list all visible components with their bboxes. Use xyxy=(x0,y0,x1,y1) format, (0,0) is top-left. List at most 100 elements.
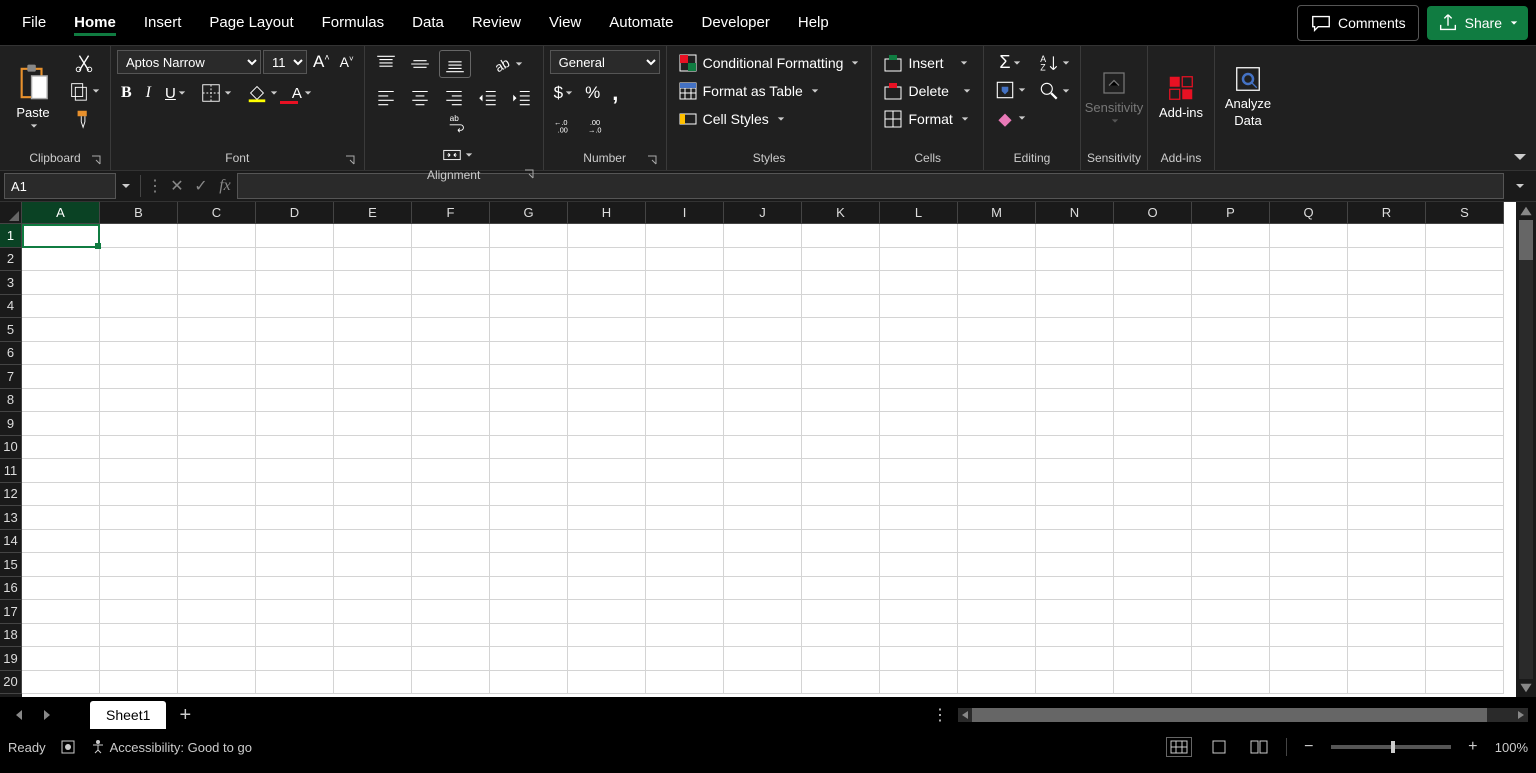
cell[interactable] xyxy=(490,224,568,248)
cell[interactable] xyxy=(1036,671,1114,695)
cell[interactable] xyxy=(22,577,100,601)
cell[interactable] xyxy=(22,624,100,648)
cell[interactable] xyxy=(1426,553,1504,577)
cell[interactable] xyxy=(880,271,958,295)
cell[interactable] xyxy=(22,342,100,366)
cell[interactable] xyxy=(802,412,880,436)
cell[interactable] xyxy=(880,506,958,530)
cell[interactable] xyxy=(178,459,256,483)
cell[interactable] xyxy=(1114,647,1192,671)
tab-view[interactable]: View xyxy=(535,6,595,39)
cell[interactable] xyxy=(1348,530,1426,554)
cell[interactable] xyxy=(1426,483,1504,507)
cell[interactable] xyxy=(958,295,1036,319)
cell[interactable] xyxy=(1036,295,1114,319)
cell[interactable] xyxy=(1348,271,1426,295)
cell[interactable] xyxy=(334,436,412,460)
cell[interactable] xyxy=(22,248,100,272)
column-header-F[interactable]: F xyxy=(412,202,490,224)
cell[interactable] xyxy=(178,553,256,577)
column-header-H[interactable]: H xyxy=(568,202,646,224)
cell[interactable] xyxy=(1270,365,1348,389)
cell[interactable] xyxy=(1270,295,1348,319)
cell[interactable] xyxy=(178,389,256,413)
cells-area[interactable] xyxy=(22,224,1516,697)
cell[interactable] xyxy=(568,365,646,389)
cell[interactable] xyxy=(334,412,412,436)
cell[interactable] xyxy=(412,624,490,648)
cell[interactable] xyxy=(178,365,256,389)
tab-data[interactable]: Data xyxy=(398,6,458,39)
cell[interactable] xyxy=(958,365,1036,389)
cell[interactable] xyxy=(1114,459,1192,483)
column-header-B[interactable]: B xyxy=(100,202,178,224)
cell[interactable] xyxy=(1270,224,1348,248)
cell[interactable] xyxy=(412,600,490,624)
cell[interactable] xyxy=(802,342,880,366)
cell[interactable] xyxy=(724,577,802,601)
cell[interactable] xyxy=(568,553,646,577)
cell[interactable] xyxy=(1192,553,1270,577)
conditional-formatting-button[interactable]: Conditional Formatting xyxy=(673,50,866,76)
column-header-J[interactable]: J xyxy=(724,202,802,224)
cell[interactable] xyxy=(334,365,412,389)
cell[interactable] xyxy=(880,318,958,342)
cell[interactable] xyxy=(256,553,334,577)
cell[interactable] xyxy=(412,553,490,577)
tab-automate[interactable]: Automate xyxy=(595,6,687,39)
row-header-11[interactable]: 11 xyxy=(0,459,22,483)
cell[interactable] xyxy=(1270,271,1348,295)
cell[interactable] xyxy=(100,671,178,695)
cell[interactable] xyxy=(646,318,724,342)
scroll-left-button[interactable] xyxy=(958,708,972,722)
cell[interactable] xyxy=(568,412,646,436)
cell[interactable] xyxy=(1114,624,1192,648)
cell[interactable] xyxy=(178,671,256,695)
format-painter-button[interactable] xyxy=(64,106,104,132)
cell[interactable] xyxy=(724,412,802,436)
tab-home[interactable]: Home xyxy=(60,6,130,39)
align-center-button[interactable] xyxy=(405,84,435,110)
cell[interactable] xyxy=(1426,647,1504,671)
cell[interactable] xyxy=(958,412,1036,436)
cell[interactable] xyxy=(256,342,334,366)
cell[interactable] xyxy=(568,342,646,366)
cell[interactable] xyxy=(958,318,1036,342)
zoom-level[interactable]: 100% xyxy=(1495,740,1528,755)
cell[interactable] xyxy=(1114,600,1192,624)
tab-page-layout[interactable]: Page Layout xyxy=(195,6,307,39)
clipboard-dialog-launcher[interactable] xyxy=(90,154,102,166)
cell[interactable] xyxy=(22,224,100,248)
cell[interactable] xyxy=(724,459,802,483)
cell[interactable] xyxy=(490,318,568,342)
normal-view-button[interactable] xyxy=(1166,737,1192,757)
cell[interactable] xyxy=(802,506,880,530)
cell[interactable] xyxy=(1270,530,1348,554)
tab-formulas[interactable]: Formulas xyxy=(308,6,399,39)
cell[interactable] xyxy=(1036,248,1114,272)
cell[interactable] xyxy=(412,365,490,389)
sort-filter-button[interactable]: AZ xyxy=(1034,50,1074,76)
cell[interactable] xyxy=(334,624,412,648)
cell[interactable] xyxy=(568,530,646,554)
cell[interactable] xyxy=(880,412,958,436)
cell[interactable] xyxy=(1348,553,1426,577)
cell[interactable] xyxy=(958,436,1036,460)
cell[interactable] xyxy=(568,506,646,530)
cell[interactable] xyxy=(1270,389,1348,413)
cell[interactable] xyxy=(1426,412,1504,436)
tab-review[interactable]: Review xyxy=(458,6,535,39)
column-header-M[interactable]: M xyxy=(958,202,1036,224)
cell[interactable] xyxy=(958,647,1036,671)
column-header-G[interactable]: G xyxy=(490,202,568,224)
cell[interactable] xyxy=(802,295,880,319)
align-middle-button[interactable] xyxy=(405,51,435,77)
cell[interactable] xyxy=(22,295,100,319)
cell[interactable] xyxy=(1348,365,1426,389)
cell[interactable] xyxy=(1348,577,1426,601)
decrease-font-button[interactable]: A˅ xyxy=(336,52,358,72)
cell[interactable] xyxy=(490,624,568,648)
cell[interactable] xyxy=(724,436,802,460)
cell[interactable] xyxy=(802,671,880,695)
cell[interactable] xyxy=(490,577,568,601)
